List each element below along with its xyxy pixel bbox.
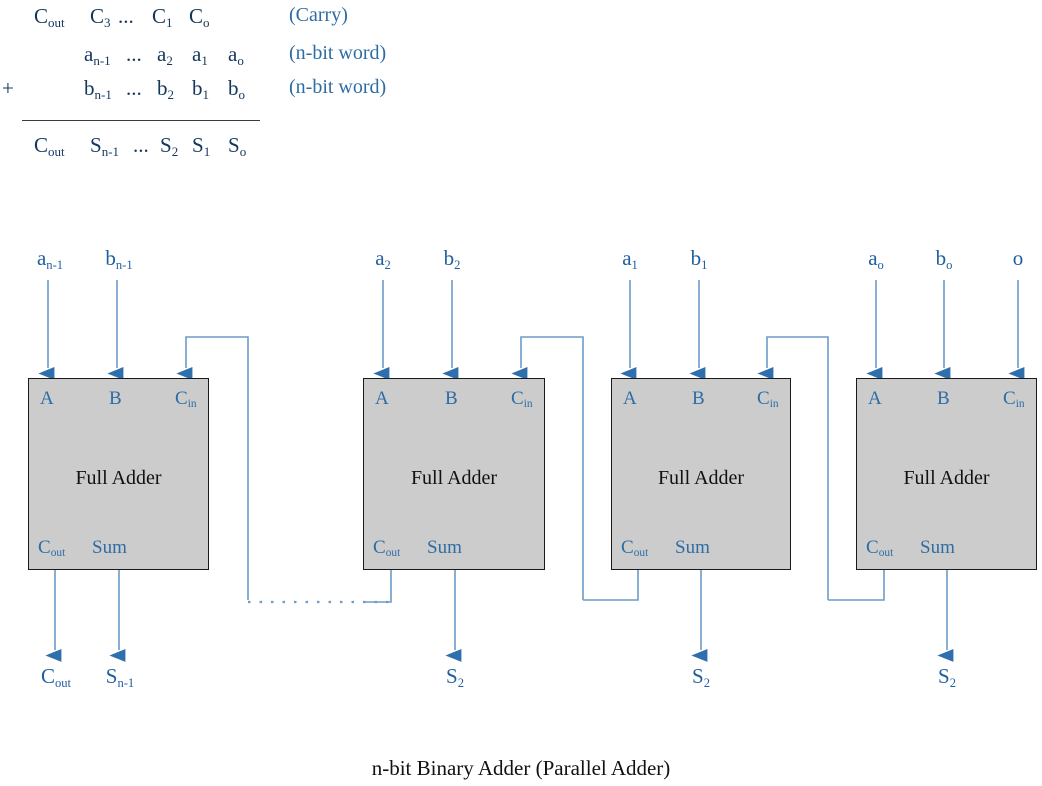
- full-adder-box-lsb[interactable]: A B Cin Full Adder Cout Sum: [856, 378, 1037, 570]
- full-adder-box-1[interactable]: A B Cin Full Adder Cout Sum: [611, 378, 791, 570]
- operand-b-term-0: bo: [228, 76, 246, 103]
- port-label-cin: Cin: [1003, 388, 1025, 411]
- wire-cout-adder-1-to-adder-2: [583, 570, 639, 601]
- wire-cout-adder-2-to-chain: [365, 570, 392, 603]
- input-label-cin-lsb: o: [1012, 246, 1024, 270]
- port-label-a: A: [375, 388, 389, 409]
- carry-ellipsis: ...: [118, 4, 134, 28]
- operand-a-term-2: a2: [157, 42, 173, 69]
- port-label-cout: Cout: [373, 537, 401, 560]
- port-label-b: B: [109, 388, 122, 409]
- full-adder-title: Full Adder: [903, 467, 990, 489]
- port-label-cin: Cin: [511, 388, 533, 411]
- full-adder-title: Full Adder: [410, 467, 498, 489]
- full-adder-box-2[interactable]: A B Cin Full Adder Cout Sum: [363, 378, 545, 570]
- operand-a-ellipsis: ...: [126, 42, 142, 66]
- port-label-a: A: [868, 388, 882, 409]
- port-label-cin: Cin: [175, 388, 197, 411]
- port-label-cout: Cout: [866, 537, 894, 560]
- expression-note-carry: (Carry): [289, 4, 348, 26]
- port-label-sum: Sum: [92, 537, 127, 558]
- sum-term-msb: Sn-1: [90, 133, 120, 160]
- full-adder-title: Full Adder: [75, 467, 162, 489]
- output-label-cout-msb: Cout: [40, 664, 72, 690]
- expression-note-operand-a: (n-bit word): [289, 42, 387, 64]
- sum-term-0: So: [228, 133, 247, 160]
- plus-sign: +: [2, 76, 14, 100]
- output-label-sum-2: S2: [446, 664, 464, 690]
- output-label-sum-msb: Sn-1: [105, 664, 135, 690]
- port-label-b: B: [445, 388, 458, 409]
- expression-horizontal-rule: [22, 120, 260, 121]
- sum-term-cout: Cout: [34, 133, 65, 160]
- carry-term-c3: C3: [90, 4, 111, 31]
- port-label-sum: Sum: [427, 537, 462, 558]
- input-label-a-2: a2: [375, 246, 391, 272]
- carry-term-cout: Cout: [34, 4, 65, 31]
- carry-term-c1: C1: [152, 4, 173, 31]
- wire-cout-adder-lsb-to-adder-1: [828, 570, 885, 601]
- operand-a-term-0: ao: [228, 42, 244, 69]
- input-label-b-1: b1: [690, 246, 708, 272]
- sum-ellipsis: ...: [133, 133, 149, 157]
- input-label-b-2: b2: [443, 246, 461, 272]
- port-label-cout: Cout: [38, 537, 66, 560]
- n-bit-adder-diagram: Cout C3 ... C1 Co (Carry) an-1 ... a2 a1…: [0, 0, 1042, 786]
- operand-a-term-msb: an-1: [84, 42, 111, 69]
- expression-note-operand-b: (n-bit word): [289, 76, 387, 98]
- sum-term-1: S1: [192, 133, 211, 160]
- port-label-a: A: [623, 388, 637, 409]
- input-label-b-lsb: bo: [935, 246, 953, 272]
- output-label-sum-lsb: S2: [938, 664, 956, 690]
- input-label-b-msb: bn-1: [105, 246, 133, 272]
- full-adder-title: Full Adder: [657, 467, 745, 489]
- port-label-a: A: [40, 388, 54, 409]
- port-label-b: B: [692, 388, 705, 409]
- port-label-sum: Sum: [675, 537, 710, 558]
- full-adder-box-msb[interactable]: A B Cin Full Adder Cout Sum: [28, 378, 209, 570]
- operand-b-term-2: b2: [157, 76, 175, 103]
- carry-term-c0: Co: [189, 4, 210, 31]
- port-label-b: B: [937, 388, 950, 409]
- addition-expression: Cout C3 ... C1 Co (Carry) an-1 ... a2 a1…: [0, 0, 460, 175]
- operand-b-term-msb: bn-1: [84, 76, 112, 103]
- input-label-a-msb: an-1: [36, 246, 64, 272]
- operand-b-ellipsis: ...: [126, 76, 142, 100]
- port-label-sum: Sum: [920, 537, 955, 558]
- output-label-sum-1: S2: [692, 664, 710, 690]
- input-label-a-lsb: ao: [868, 246, 884, 272]
- operand-a-term-1: a1: [192, 42, 208, 69]
- input-label-a-1: a1: [622, 246, 638, 272]
- sum-term-2: S2: [160, 133, 179, 160]
- port-label-cout: Cout: [621, 537, 649, 560]
- operand-b-term-1: b1: [192, 76, 210, 103]
- figure-caption: n-bit Binary Adder (Parallel Adder): [371, 756, 671, 780]
- port-label-cin: Cin: [757, 388, 779, 411]
